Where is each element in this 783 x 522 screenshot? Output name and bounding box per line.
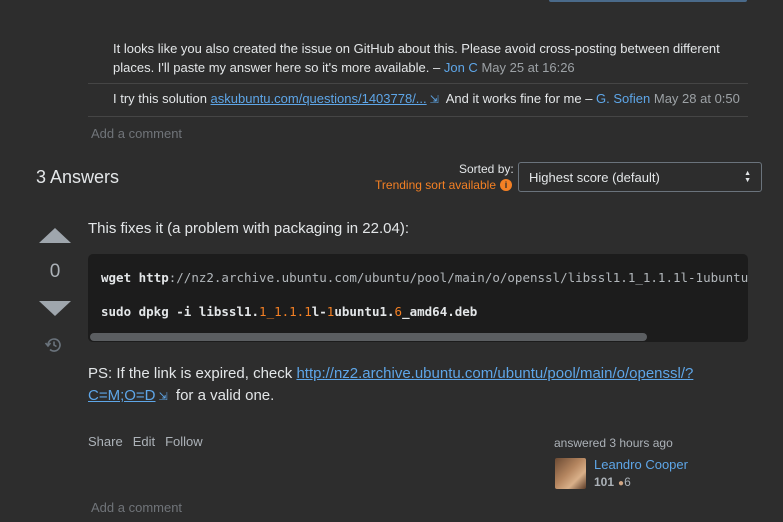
sort-arrows-icon: ▲ ▼ <box>744 170 751 184</box>
user-stats: 101 ●6 <box>594 475 631 489</box>
code-scrollbar-thumb[interactable] <box>90 333 647 341</box>
comment: It looks like you also created the issue… <box>88 34 748 84</box>
code-scrollbar[interactable] <box>88 332 748 342</box>
avatar[interactable] <box>555 458 586 489</box>
answered-time[interactable]: answered 3 hours ago <box>554 436 754 450</box>
code-block: wget http://nz2.archive.ubuntu.com/ubunt… <box>88 254 748 342</box>
user-name-link[interactable]: Leandro Cooper <box>594 457 688 472</box>
code-protocol: http <box>138 270 169 285</box>
sort-select[interactable]: Highest score (default) ▲ ▼ <box>518 162 762 192</box>
comment-user-link[interactable]: Jon C <box>444 60 478 75</box>
history-icon[interactable] <box>44 336 64 354</box>
add-comment-link[interactable]: Add a comment <box>91 500 182 515</box>
sort-select-value: Highest score (default) <box>529 169 660 185</box>
sorted-by-label: Sorted by: <box>459 162 514 176</box>
comment-list: It looks like you also created the issue… <box>88 34 748 117</box>
comment-link[interactable]: askubuntu.com/questions/1403778/... <box>211 91 427 106</box>
code-number: 1_1.1.1 <box>259 304 312 319</box>
ps-text: PS: If the link is expired, check <box>88 365 297 382</box>
info-icon: i <box>500 179 512 191</box>
edit-button[interactable]: Edit <box>133 434 155 449</box>
reputation: 101 <box>594 475 615 489</box>
external-link-icon: ⇲ <box>158 391 168 403</box>
code-command: wget <box>101 270 132 285</box>
downvote-icon[interactable] <box>39 301 71 316</box>
follow-button[interactable]: Follow <box>165 434 203 449</box>
comment-time[interactable]: May 28 at 0:50 <box>654 91 740 106</box>
code-url: ://nz2.archive.ubuntu.com/ubuntu/pool/ma… <box>168 270 748 285</box>
trending-sort-label: Trending sort available <box>375 178 496 192</box>
vote-count: 0 <box>49 261 61 282</box>
code-text: sudo dpkg -i libssl1. <box>101 304 260 319</box>
comment: I try this solution askubuntu.com/questi… <box>88 84 748 117</box>
comment-time[interactable]: May 25 at 16:26 <box>481 60 574 75</box>
user-card: answered 3 hours ago Leandro Cooper 101 ●… <box>554 436 754 489</box>
code-text: _amd64.deb <box>402 304 478 319</box>
code-text: l- <box>311 304 327 319</box>
answers-count-heading: 3 Answers <box>36 167 120 187</box>
add-comment-link[interactable]: Add a comment <box>91 126 182 141</box>
comment-text: And it works fine for me – <box>442 91 597 106</box>
trending-sort-notice[interactable]: Trending sort available i <box>375 178 512 192</box>
comment-text: I try this solution <box>113 91 211 106</box>
external-link-icon: ⇲ <box>429 94 439 106</box>
code-text: ubuntu1. <box>334 304 395 319</box>
code-line: wget http://nz2.archive.ubuntu.com/ubunt… <box>101 270 748 285</box>
code-number: 6 <box>394 304 403 319</box>
comment-text: It looks like you also created the issue… <box>113 41 720 75</box>
code-line: sudo dpkg -i libssl1.1_1.1.1l-1ubuntu1.6… <box>101 304 477 319</box>
top-accent-bar <box>549 0 747 2</box>
share-button[interactable]: Share <box>88 434 123 449</box>
ps-text: for a valid one. <box>171 387 275 404</box>
comment-user-link[interactable]: G. Sofien <box>596 91 650 106</box>
post-menu: Share Edit Follow <box>88 434 203 449</box>
upvote-icon[interactable] <box>39 228 71 243</box>
answer-intro: This fixes it (a problem with packaging … <box>88 220 409 237</box>
badge-count: 6 <box>624 475 631 489</box>
answer-ps: PS: If the link is expired, check http:/… <box>88 363 718 408</box>
